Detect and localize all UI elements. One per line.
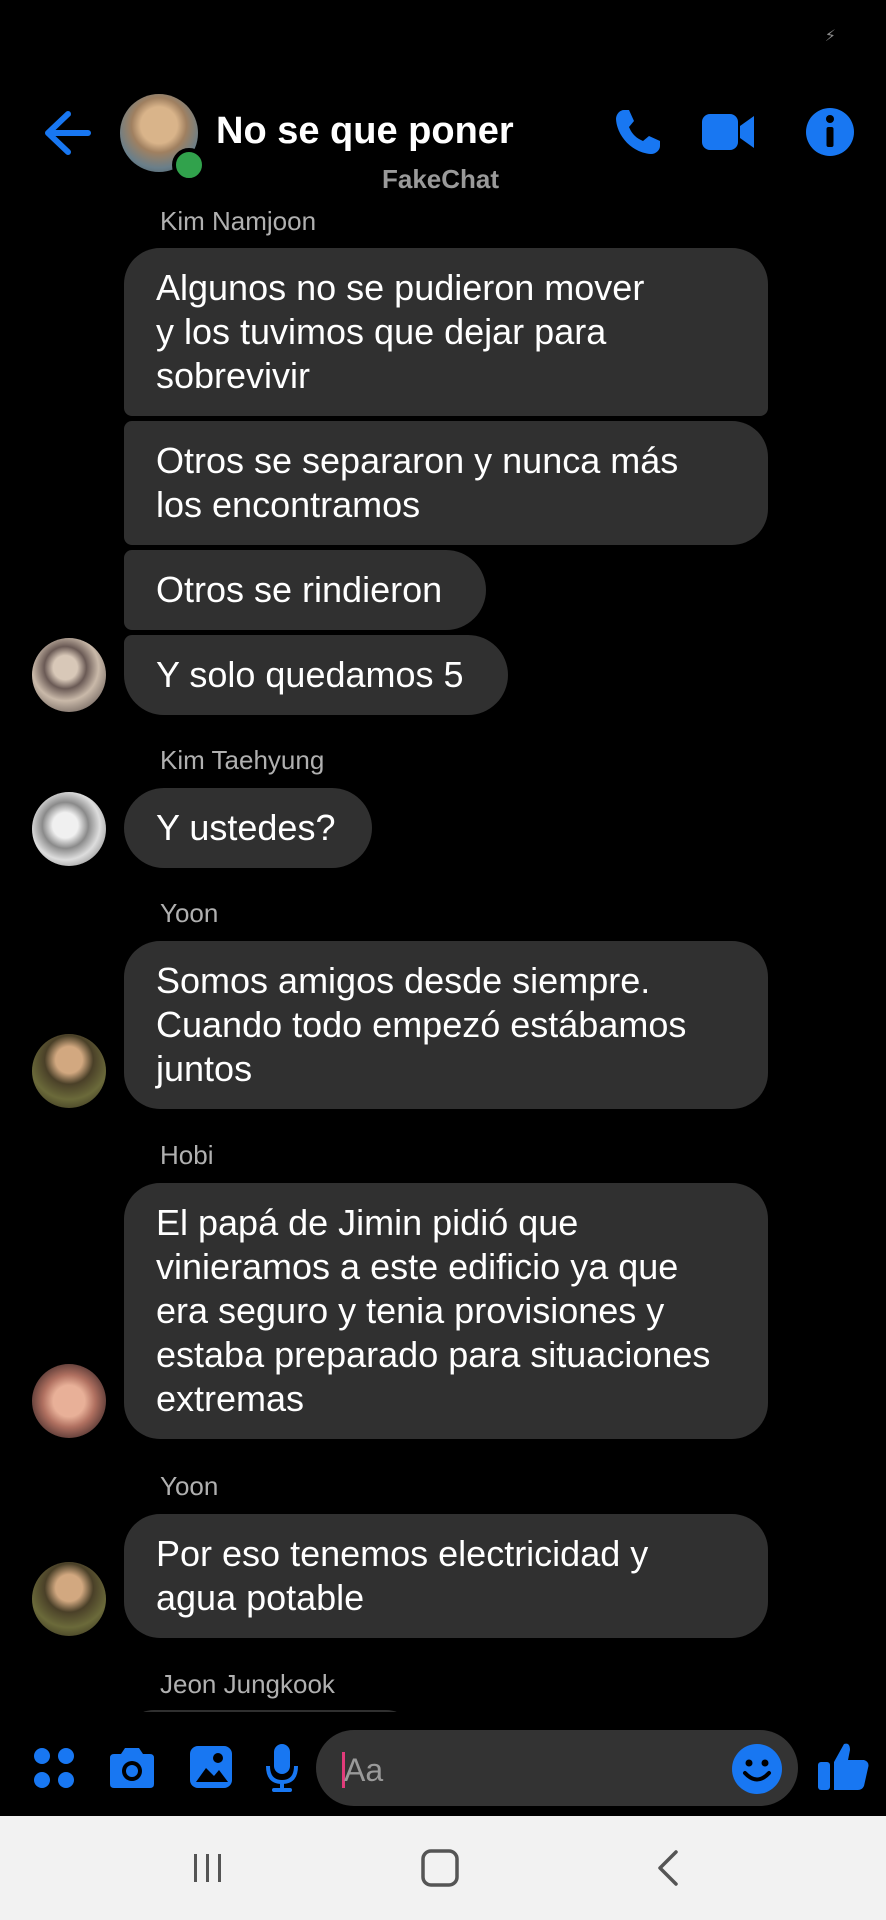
recent-apps-icon[interactable] bbox=[186, 1846, 230, 1890]
message-input[interactable] bbox=[316, 1730, 798, 1806]
sender-name: Jeon Jungkook bbox=[160, 1669, 335, 1699]
sender-name: Yoon bbox=[160, 898, 219, 928]
sender-name: Kim Namjoon bbox=[160, 206, 317, 236]
message-bubble[interactable]: Algunos no se pudieron mover y los tuvim… bbox=[124, 248, 768, 416]
home-icon[interactable] bbox=[418, 1846, 462, 1890]
gallery-icon[interactable] bbox=[188, 1744, 234, 1790]
avatar[interactable] bbox=[32, 1034, 106, 1108]
message-bubble[interactable]: El papá de Jimin pidió que vinieramos a … bbox=[124, 1183, 768, 1439]
avatar[interactable] bbox=[32, 792, 106, 866]
info-icon[interactable] bbox=[802, 104, 858, 160]
message-bubble[interactable]: Y solo quedamos 5 bbox=[124, 635, 508, 715]
back-arrow-icon[interactable] bbox=[38, 104, 96, 162]
online-status-dot bbox=[172, 148, 206, 182]
sender-name: Yoon bbox=[160, 1471, 219, 1501]
avatar[interactable] bbox=[32, 1364, 106, 1438]
phone-icon[interactable] bbox=[610, 104, 666, 160]
message-bubble[interactable]: Y ustedes? bbox=[124, 788, 372, 868]
message-bubble[interactable]: Otros se rindieron bbox=[124, 550, 486, 630]
chat-title[interactable]: No se que poner bbox=[216, 110, 514, 153]
message-bubble[interactable]: Somos amigos desde siempre. Cuando todo … bbox=[124, 941, 768, 1109]
emoji-icon[interactable] bbox=[730, 1742, 784, 1796]
camera-icon[interactable] bbox=[106, 1744, 158, 1792]
chat-subtitle: FakeChat bbox=[382, 164, 500, 194]
sender-name: Kim Taehyung bbox=[160, 745, 325, 775]
avatar[interactable] bbox=[32, 1562, 106, 1636]
sender-name: Hobi bbox=[160, 1140, 214, 1170]
video-camera-icon[interactable] bbox=[700, 104, 756, 160]
message-input-placeholder: Aa bbox=[344, 1752, 384, 1788]
avatar[interactable] bbox=[32, 638, 106, 712]
status-charging-icon: ⚡ bbox=[824, 28, 836, 45]
message-bubble[interactable]: Otros se separaron y nunca más los encon… bbox=[124, 421, 768, 545]
message-bubble[interactable]: Por eso tenemos electricidad y agua pota… bbox=[124, 1514, 768, 1638]
back-icon[interactable] bbox=[648, 1846, 692, 1890]
thumbs-up-icon[interactable] bbox=[816, 1738, 872, 1794]
apps-grid-icon[interactable] bbox=[30, 1744, 78, 1792]
microphone-icon[interactable] bbox=[264, 1742, 300, 1794]
